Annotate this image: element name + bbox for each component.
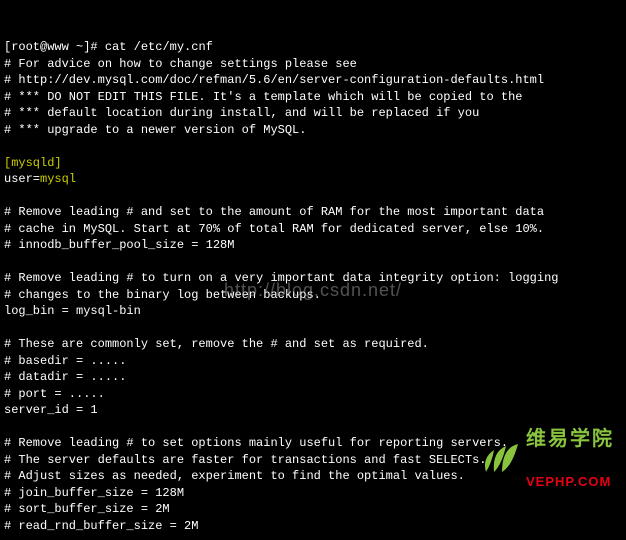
output-line: # The server defaults are faster for tra… [4,452,622,469]
output-line: [mysqld] [4,155,622,172]
output-line: # join_buffer_size = 128M [4,485,622,502]
output-line [4,254,622,271]
output-line: # changes to the binary log between back… [4,287,622,304]
output-line: # *** DO NOT EDIT THIS FILE. It's a temp… [4,89,622,106]
terminal-content: [root@www ~]# cat /etc/my.cnf# For advic… [4,39,622,540]
output-line: # For advice on how to change settings p… [4,56,622,73]
output-line: # Adjust sizes as needed, experiment to … [4,468,622,485]
output-line: # datadir = ..... [4,369,622,386]
output-line: # cache in MySQL. Start at 70% of total … [4,221,622,238]
shell-prompt: [root@www ~]# [4,40,105,54]
output-line: # Remove leading # to turn on a very imp… [4,270,622,287]
output-line: # read_rnd_buffer_size = 2M [4,518,622,535]
output-line: # sort_buffer_size = 2M [4,501,622,518]
output-line: # These are commonly set, remove the # a… [4,336,622,353]
output-line [4,188,622,205]
output-line: # *** default location during install, a… [4,105,622,122]
shell-command: cat /etc/my.cnf [105,40,213,54]
output-line [4,138,622,155]
output-line: # basedir = ..... [4,353,622,370]
output-line: # *** upgrade to a newer version of MySQ… [4,122,622,139]
output-line: # Remove leading # and set to the amount… [4,204,622,221]
output-line: # innodb_buffer_pool_size = 128M [4,237,622,254]
output-line [4,320,622,337]
output-line [4,419,622,436]
prompt-line: [root@www ~]# cat /etc/my.cnf [4,39,622,56]
output-line: # http://dev.mysql.com/doc/refman/5.6/en… [4,72,622,89]
output-line: log_bin = mysql-bin [4,303,622,320]
output-line: user=mysql [4,171,622,188]
terminal-window[interactable]: [root@www ~]# cat /etc/my.cnf# For advic… [0,0,626,540]
output-line [4,534,622,540]
output-line: server_id = 1 [4,402,622,419]
output-line: # Remove leading # to set options mainly… [4,435,622,452]
output-line: # port = ..... [4,386,622,403]
